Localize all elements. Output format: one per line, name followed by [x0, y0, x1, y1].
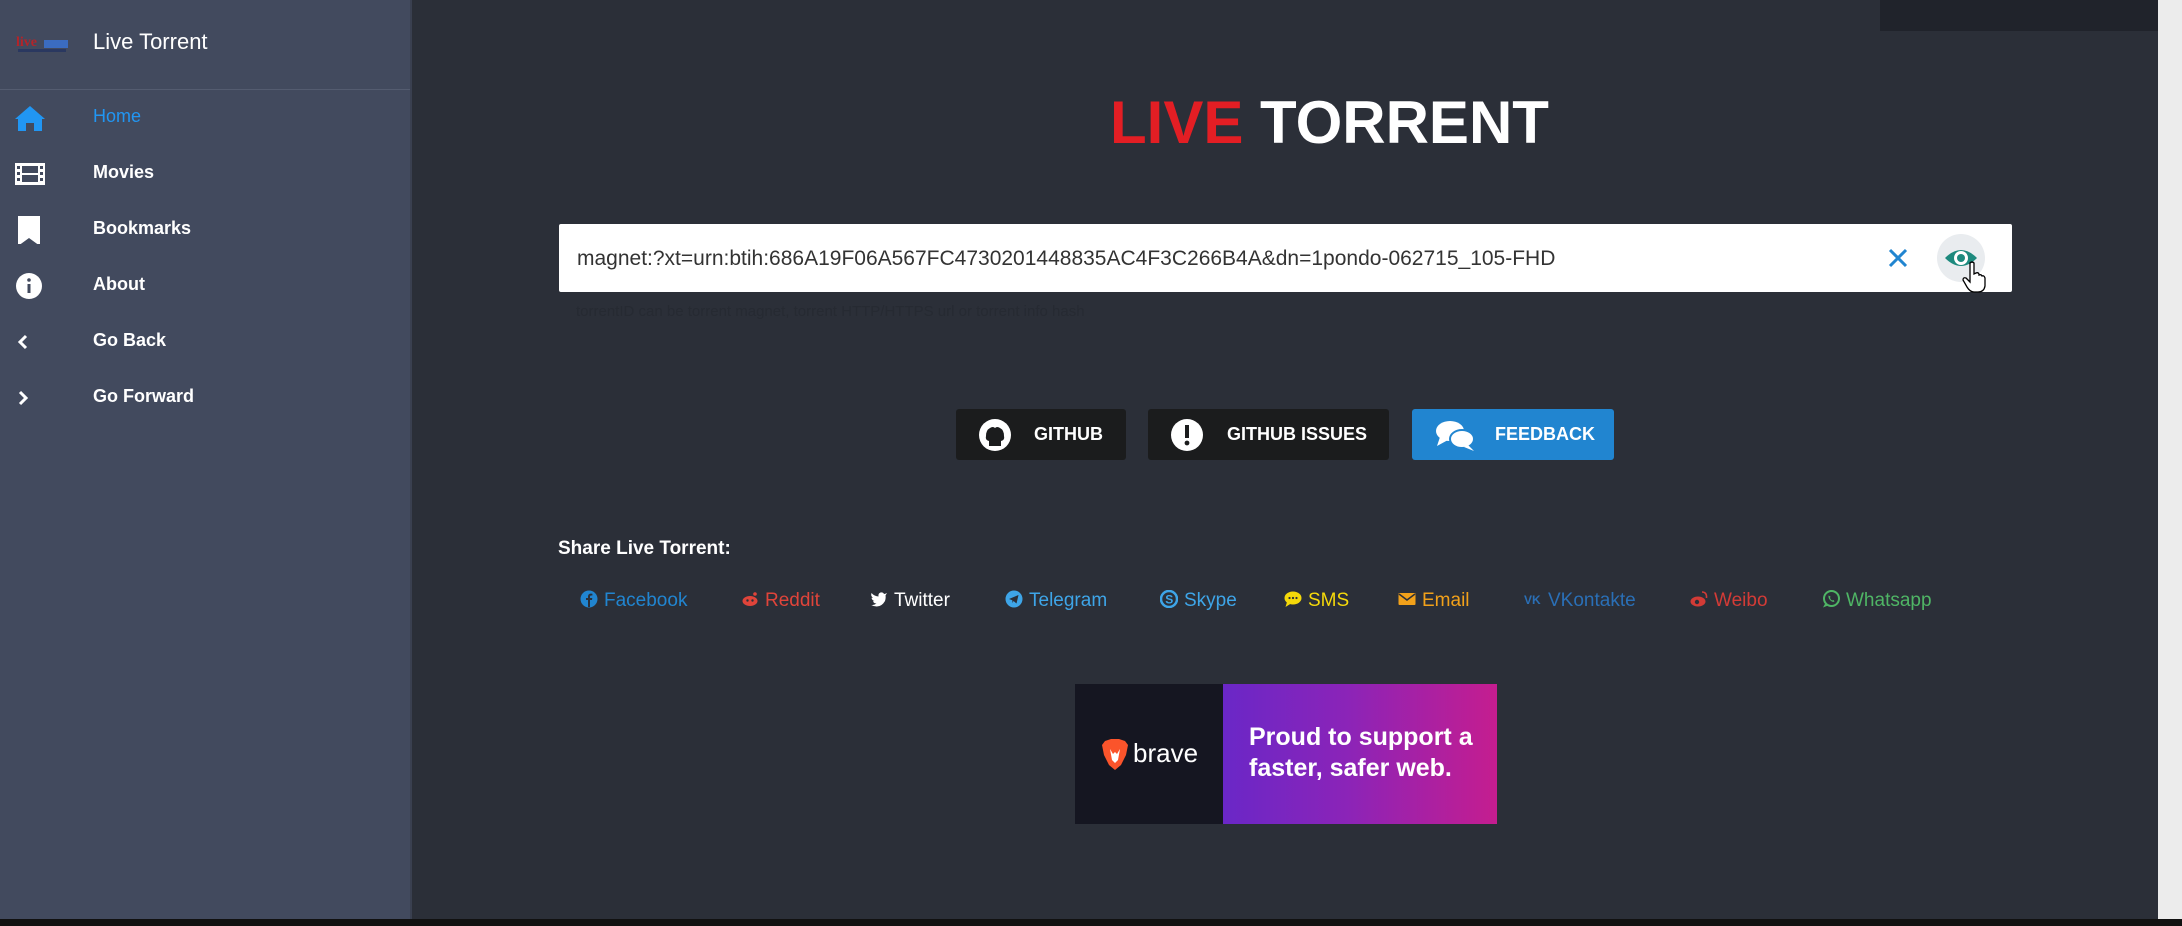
brand-torrent: TORRENT	[1260, 89, 1549, 156]
bottom-edge	[0, 919, 2182, 926]
sidebar-item-label: About	[93, 274, 145, 294]
chat-icon	[1284, 591, 1302, 607]
sidebar-item-label: Home	[93, 106, 142, 126]
github-issues-button[interactable]: GITHUB ISSUES	[1148, 409, 1389, 460]
github-button-label: GITHUB	[1034, 424, 1103, 444]
share-title: Share Live Torrent:	[558, 538, 731, 559]
twitter-icon	[871, 592, 887, 607]
app-logo: live	[16, 35, 68, 52]
sidebar-header: live Live Torrent	[0, 0, 410, 90]
share-facebook-link[interactable]: Facebook	[580, 590, 687, 614]
share-skype-link[interactable]: S Skype	[1160, 590, 1237, 614]
search-hint: torrentID can be torrent magnet, torrent…	[576, 303, 1085, 320]
share-sms-link[interactable]: SMS	[1284, 590, 1349, 614]
bookmark-icon	[18, 216, 40, 244]
sidebar-item-label: Go Back	[93, 330, 167, 350]
share-label: VKontakte	[1548, 590, 1636, 611]
share-label: SMS	[1308, 590, 1350, 611]
feedback-button-label: FEEDBACK	[1495, 424, 1596, 444]
sidebar-item-go-back[interactable]: Go Back	[0, 316, 410, 366]
close-icon[interactable]	[1884, 244, 1912, 272]
app-title: Live Torrent	[93, 29, 208, 54]
whatsapp-icon	[1823, 590, 1840, 608]
ad-brand-panel: brave	[1075, 684, 1223, 824]
share-weibo-link[interactable]: Weibo	[1690, 590, 1768, 614]
torrent-search-box	[559, 224, 2012, 294]
page-title: LIVE TORRENT	[1110, 88, 1549, 157]
vk-icon: VK	[1524, 593, 1541, 607]
chevron-left-icon	[17, 334, 28, 350]
exclamation-icon	[1171, 419, 1203, 451]
svg-text:S: S	[1165, 592, 1173, 606]
sidebar-item-home[interactable]: Home	[0, 92, 410, 142]
share-label: Facebook	[604, 590, 688, 611]
hand-cursor-icon	[1962, 261, 1986, 293]
weibo-icon	[1690, 591, 1708, 607]
info-icon	[16, 273, 42, 299]
film-icon	[15, 163, 45, 185]
ad-message-panel: Proud to support a faster, safer web.	[1223, 684, 1497, 824]
share-label: Email	[1422, 590, 1470, 611]
window-topbar	[1880, 0, 2160, 31]
sidebar-item-about[interactable]: About	[0, 260, 410, 310]
facebook-icon	[580, 590, 598, 608]
brave-lion-icon	[1102, 739, 1128, 770]
share-whatsapp-link[interactable]: Whatsapp	[1822, 590, 1932, 614]
scrollbar[interactable]	[2158, 0, 2182, 926]
feedback-button[interactable]: FEEDBACK	[1412, 409, 1614, 460]
share-label: Weibo	[1714, 590, 1768, 611]
brand-live: LIVE	[1110, 89, 1244, 156]
sidebar: live Live Torrent Home Movies Bookmarks …	[0, 0, 412, 926]
torrent-id-input[interactable]	[575, 224, 1919, 294]
svg-text:live: live	[16, 35, 37, 50]
svg-text:VK: VK	[1524, 593, 1541, 607]
sidebar-item-bookmarks[interactable]: Bookmarks	[0, 204, 410, 254]
comments-icon	[1436, 421, 1475, 451]
reddit-icon	[742, 592, 758, 606]
home-icon	[15, 106, 45, 131]
ad-tagline: Proud to support a faster, safer web.	[1249, 723, 1473, 782]
sidebar-item-label: Movies	[93, 162, 155, 182]
sidebar-item-label: Bookmarks	[93, 218, 192, 238]
share-twitter-link[interactable]: Twitter	[870, 590, 950, 614]
share-vkontakte-link[interactable]: VK VKontakte	[1524, 590, 1636, 614]
telegram-icon	[1005, 590, 1023, 608]
share-label: Whatsapp	[1846, 590, 1932, 611]
sidebar-item-go-forward[interactable]: Go Forward	[0, 372, 410, 422]
share-label: Reddit	[765, 590, 820, 611]
github-issues-button-label: GITHUB ISSUES	[1227, 424, 1368, 444]
github-icon	[979, 419, 1011, 451]
github-button[interactable]: GITHUB	[956, 409, 1126, 460]
brave-ad-banner[interactable]: brave Proud to support a faster, safer w…	[1075, 684, 1497, 824]
sidebar-item-label: Go Forward	[93, 386, 195, 406]
share-label: Telegram	[1029, 590, 1108, 611]
ad-brand-name: brave	[1133, 738, 1199, 768]
share-label: Skype	[1184, 590, 1237, 611]
share-reddit-link[interactable]: Reddit	[741, 590, 820, 614]
envelope-icon	[1398, 593, 1416, 605]
skype-icon: S	[1160, 590, 1178, 608]
sidebar-item-movies[interactable]: Movies	[0, 148, 410, 198]
share-telegram-link[interactable]: Telegram	[1005, 590, 1107, 614]
chevron-right-icon	[18, 390, 29, 406]
share-label: Twitter	[894, 590, 950, 611]
share-email-link[interactable]: Email	[1398, 590, 1470, 614]
